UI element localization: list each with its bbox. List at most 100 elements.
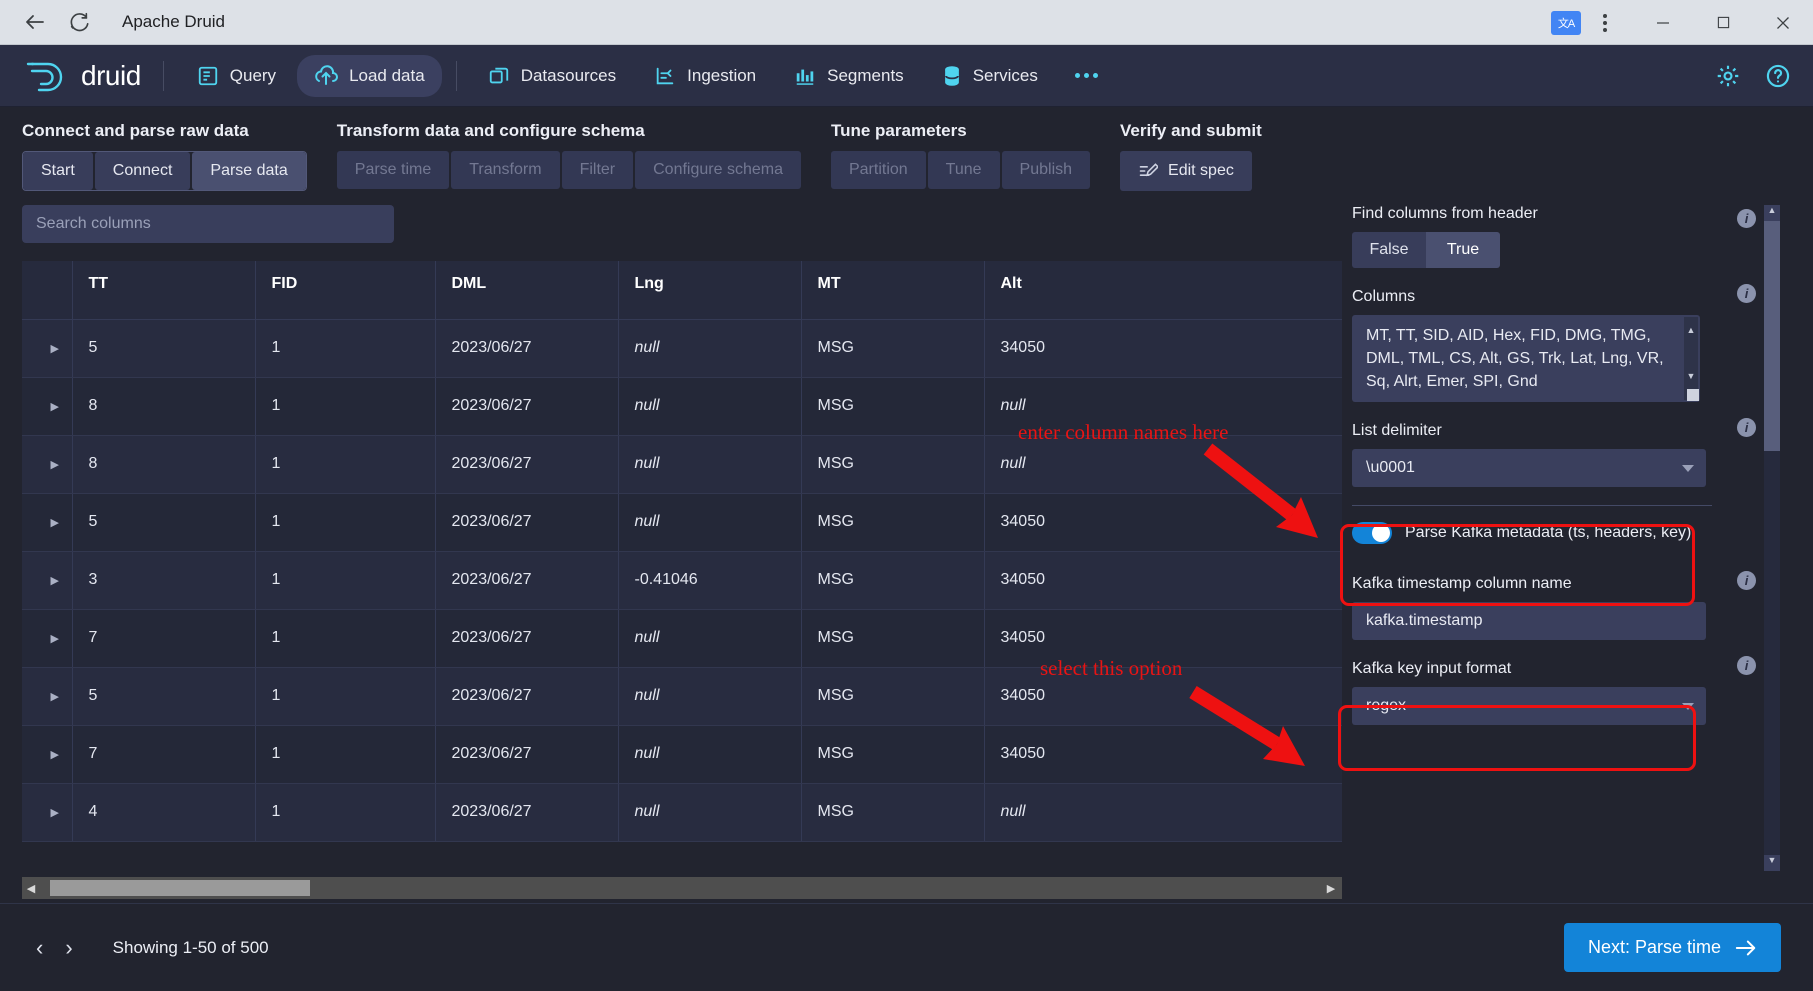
table-row[interactable]: ▶512023/06/27nullMSG34050 (22, 319, 1342, 377)
translate-icon[interactable]: 文A (1551, 11, 1581, 35)
table-row[interactable]: ▶512023/06/27nullMSG34050 (22, 667, 1342, 725)
row-expander-cell[interactable]: ▶ (22, 609, 72, 667)
table-row[interactable]: ▶412023/06/27nullMSGnull (22, 783, 1342, 841)
table-cell-Alt: null (984, 377, 1342, 435)
find-columns-false-button[interactable]: False (1352, 232, 1426, 268)
wizard-step-transform[interactable]: Transform (451, 151, 559, 189)
columns-scrollbar[interactable]: ▲ ▼ (1684, 317, 1698, 400)
columns-scroll-up[interactable]: ▲ (1684, 319, 1698, 342)
wizard-step-parse-time[interactable]: Parse time (337, 151, 449, 189)
next-page-button[interactable]: › (65, 935, 72, 961)
kafka-timestamp-input-box[interactable] (1352, 602, 1706, 640)
options-vertical-scrollbar[interactable]: ▲ ▼ (1764, 205, 1780, 871)
list-delimiter-select[interactable]: \u0001 (1352, 449, 1706, 487)
row-expander-cell[interactable]: ▶ (22, 551, 72, 609)
table-row[interactable]: ▶812023/06/27nullMSGnull (22, 435, 1342, 493)
chevron-right-icon[interactable]: ▶ (51, 516, 59, 529)
wizard-step-start[interactable]: Start (23, 152, 93, 190)
row-expander-cell[interactable]: ▶ (22, 783, 72, 841)
table-cell-MT: MSG (801, 377, 984, 435)
wizard-step-connect[interactable]: Connect (95, 152, 191, 190)
help-icon[interactable] (1765, 63, 1791, 89)
info-icon[interactable]: i (1737, 571, 1756, 590)
row-expander-cell[interactable]: ▶ (22, 667, 72, 725)
preview-table-wrap[interactable]: TT FID DML Lng MT Alt ▶512023/06/27nullM… (22, 261, 1342, 861)
info-icon[interactable]: i (1737, 284, 1756, 303)
row-expander-cell[interactable]: ▶ (22, 319, 72, 377)
info-icon[interactable]: i (1737, 418, 1756, 437)
next-parse-time-button[interactable]: Next: Parse time (1564, 923, 1781, 972)
nav-item-segments[interactable]: Segments (777, 56, 921, 96)
chevron-right-icon[interactable]: ▶ (51, 806, 59, 819)
close-button[interactable] (1753, 0, 1813, 45)
horizontal-scrollbar[interactable]: ◀ ▶ (22, 877, 1342, 899)
edit-spec-button[interactable]: Edit spec (1120, 151, 1252, 191)
table-header-DML[interactable]: DML (435, 261, 618, 319)
chevron-right-icon[interactable]: ▶ (51, 400, 59, 413)
prev-page-button[interactable]: ‹ (36, 935, 43, 961)
wizard-step-configure-schema[interactable]: Configure schema (635, 151, 801, 189)
nav-item-load-data[interactable]: Load data (297, 55, 442, 97)
row-expander-cell[interactable]: ▶ (22, 725, 72, 783)
scroll-right-arrow[interactable]: ▶ (1322, 882, 1340, 895)
table-header-TT[interactable]: TT (72, 261, 255, 319)
table-cell-MT: MSG (801, 319, 984, 377)
nav-label-datasources: Datasources (521, 66, 616, 86)
find-columns-true-button[interactable]: True (1426, 232, 1500, 268)
nav-item-services[interactable]: Services (925, 56, 1055, 96)
table-row[interactable]: ▶712023/06/27nullMSG34050 (22, 609, 1342, 667)
info-icon[interactable]: i (1737, 656, 1756, 675)
options-scroll-down[interactable]: ▼ (1764, 855, 1780, 871)
table-row[interactable]: ▶712023/06/27nullMSG34050 (22, 725, 1342, 783)
nav-item-query[interactable]: Query (180, 56, 293, 96)
nav-more-icon[interactable] (1059, 63, 1114, 88)
scroll-left-arrow[interactable]: ◀ (22, 882, 40, 895)
chevron-right-icon[interactable]: ▶ (51, 632, 59, 645)
reload-icon[interactable] (66, 9, 92, 35)
minimize-button[interactable] (1633, 0, 1693, 45)
chevron-right-icon[interactable]: ▶ (51, 574, 59, 587)
wizard-step-filter[interactable]: Filter (562, 151, 634, 189)
wizard-step-parse-data[interactable]: Parse data (192, 152, 305, 190)
table-header-Lng[interactable]: Lng (618, 261, 801, 319)
nav-item-datasources[interactable]: Datasources (471, 56, 633, 96)
wizard-step-publish[interactable]: Publish (1002, 151, 1090, 189)
druid-logo[interactable]: druid (0, 58, 163, 94)
options-scroll-up[interactable]: ▲ (1764, 205, 1780, 221)
nav-item-ingestion[interactable]: Ingestion (637, 56, 773, 96)
row-expander-cell[interactable]: ▶ (22, 377, 72, 435)
columns-scroll-down[interactable]: ▼ (1684, 365, 1698, 388)
table-row[interactable]: ▶512023/06/27nullMSG34050 (22, 493, 1342, 551)
table-header-MT[interactable]: MT (801, 261, 984, 319)
table-row[interactable]: ▶812023/06/27nullMSGnull (22, 377, 1342, 435)
parse-kafka-metadata-toggle[interactable] (1352, 522, 1392, 544)
table-header-Alt[interactable]: Alt (984, 261, 1342, 319)
wizard-step-tune[interactable]: Tune (928, 151, 1000, 189)
chevron-right-icon[interactable]: ▶ (51, 458, 59, 471)
table-cell-Alt: null (984, 783, 1342, 841)
table-header-FID[interactable]: FID (255, 261, 435, 319)
parse-kafka-metadata-row[interactable]: Parse Kafka metadata (ts, headers, key) (1352, 506, 1700, 545)
table-row[interactable]: ▶312023/06/27-0.41046MSG34050 (22, 551, 1342, 609)
search-input[interactable] (36, 215, 380, 233)
scrollbar-thumb[interactable] (50, 880, 310, 896)
options-scrollbar-thumb[interactable] (1764, 221, 1780, 451)
back-arrow-icon[interactable] (22, 9, 48, 35)
row-expander-cell[interactable]: ▶ (22, 493, 72, 551)
row-expander-cell[interactable]: ▶ (22, 435, 72, 493)
browser-menu-icon[interactable] (1603, 14, 1607, 32)
maximize-button[interactable] (1693, 0, 1753, 45)
find-columns-toggle-group[interactable]: False True (1352, 232, 1500, 268)
kafka-key-format-select[interactable]: regex (1352, 687, 1706, 725)
search-columns-box[interactable] (22, 205, 394, 243)
info-icon[interactable]: i (1737, 209, 1756, 228)
kafka-timestamp-input[interactable] (1366, 612, 1692, 630)
chevron-right-icon[interactable]: ▶ (51, 748, 59, 761)
chevron-right-icon[interactable]: ▶ (51, 342, 59, 355)
columns-resize-handle[interactable] (1687, 389, 1699, 401)
chevron-right-icon[interactable]: ▶ (51, 690, 59, 703)
wizard-step-partition[interactable]: Partition (831, 151, 926, 189)
table-cell-Lng: null (618, 609, 801, 667)
columns-textarea[interactable]: MT, TT, SID, AID, Hex, FID, DMG, TMG, DM… (1352, 315, 1700, 402)
gear-icon[interactable] (1715, 63, 1741, 89)
